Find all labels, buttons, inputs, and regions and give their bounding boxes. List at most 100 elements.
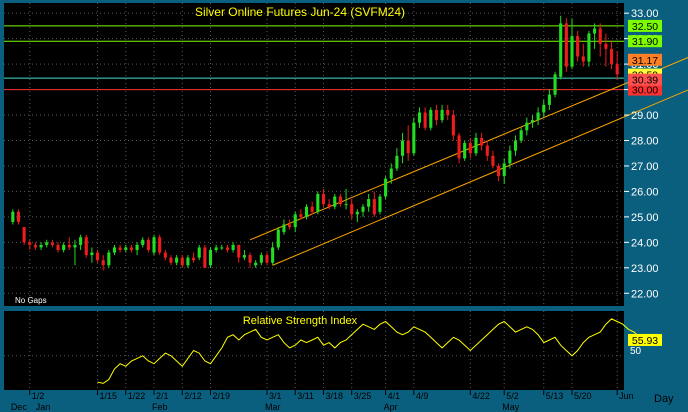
candle-body: [208, 249, 213, 266]
candle-body: [434, 109, 438, 121]
candle-body: [536, 112, 540, 121]
x-tick-label: 1/15: [100, 391, 118, 401]
candle-body: [378, 196, 382, 212]
candle-body: [389, 168, 393, 179]
y-tick-label: 26.00: [631, 186, 659, 198]
candle-body: [530, 120, 535, 123]
candle-body: [384, 178, 388, 197]
candle-body: [485, 145, 489, 156]
x-tick-label: 3/1: [269, 391, 282, 401]
candle-body: [276, 229, 280, 248]
y-tick-label: 27.00: [631, 161, 659, 173]
candle-body: [395, 155, 399, 169]
candle-body: [559, 23, 563, 77]
candle-body: [587, 33, 591, 62]
candle-body: [491, 155, 495, 166]
candle-body: [513, 140, 518, 151]
candle-body: [508, 150, 512, 164]
candle-body: [361, 206, 365, 212]
candle-body: [28, 242, 32, 245]
candle-body: [502, 163, 506, 177]
x-month-label: Feb: [152, 402, 168, 412]
candle-body: [101, 260, 105, 266]
candle-body: [429, 109, 433, 128]
candle-body: [367, 199, 371, 207]
price-tag-label: 30.39: [632, 75, 658, 87]
candle-body: [56, 244, 60, 250]
candle-body: [62, 244, 66, 250]
candle-body: [609, 48, 614, 65]
x-month-label: May: [502, 402, 520, 412]
candle-body: [553, 74, 557, 95]
rsi-tag-label: 55.93: [632, 335, 658, 347]
candle-body: [310, 206, 314, 212]
candle-body: [288, 224, 292, 228]
candle-body: [581, 56, 585, 62]
candle-body: [22, 227, 26, 243]
x-tick-label: 5/20: [574, 391, 592, 401]
candle-body: [547, 94, 551, 105]
candle-body: [282, 224, 286, 233]
candle-body: [519, 130, 523, 141]
x-tick-label: 1/22: [128, 391, 146, 401]
price-y-axis: 22.00 23.00 24.00 25.00 26.00 27.00 28.00 29.00…: [624, 8, 659, 300]
candle-body: [45, 242, 49, 245]
x-tick-label: 5/2: [506, 391, 519, 401]
x-tick-label: 4/9: [416, 391, 429, 401]
candle-body: [141, 239, 145, 245]
x-tick-label: Jun: [619, 391, 634, 401]
candle-body: [333, 196, 337, 207]
candle-body: [73, 244, 77, 248]
candle-body: [33, 244, 37, 248]
candle-body: [163, 252, 167, 258]
candle-body: [327, 204, 331, 207]
candle-body: [107, 252, 111, 266]
candle-body: [135, 244, 139, 250]
candle-body: [299, 214, 303, 217]
candle-body: [254, 262, 258, 266]
candle-body: [338, 196, 342, 205]
x-month-label: Jan: [36, 402, 51, 412]
x-tick-label: 3/11: [297, 391, 314, 401]
candle-body: [423, 112, 427, 128]
candle-body: [84, 237, 88, 256]
candle-body: [16, 211, 21, 222]
candle-body: [576, 36, 580, 57]
candle-body: [440, 109, 444, 121]
x-tick-label: 4/1: [388, 391, 401, 401]
candle-body: [446, 109, 450, 116]
x-tick-label: 5/13: [546, 391, 564, 401]
candle-body: [604, 43, 608, 49]
candle-body: [316, 193, 320, 212]
x-tick-label: 2/1: [156, 391, 169, 401]
candle-body: [406, 140, 410, 154]
candle-body: [468, 143, 472, 154]
candle-body: [175, 257, 179, 263]
candle-body: [350, 204, 354, 215]
candle-body: [355, 211, 359, 215]
price-tag-label: 31.90: [632, 36, 658, 48]
candle-body: [90, 252, 94, 256]
candle-body: [225, 247, 230, 250]
candle-body: [197, 247, 201, 258]
chart-title: Silver Online Futures Jun-24 (SVFM24): [195, 5, 405, 19]
y-tick-label: 24.00: [631, 237, 659, 249]
candle-body: [451, 115, 455, 136]
candle-body: [112, 247, 117, 253]
candle-body: [186, 257, 190, 266]
candle-body: [570, 36, 574, 67]
rsi-value-tag: 55.93: [628, 333, 662, 347]
candle-body: [525, 122, 529, 131]
candle-body: [203, 247, 207, 268]
candle-body: [169, 257, 173, 263]
candle-body: [11, 211, 15, 222]
candle-body: [457, 135, 461, 159]
x-tick-label: 2/12: [184, 391, 202, 401]
candle-body: [593, 28, 597, 34]
candle-body: [220, 247, 224, 249]
candle-body: [124, 247, 128, 250]
x-month-label: Apr: [384, 402, 398, 412]
y-tick-label: 33.00: [631, 8, 659, 20]
x-tick-label: 2/19: [213, 391, 231, 401]
price-tag-label: 31.17: [632, 55, 658, 67]
